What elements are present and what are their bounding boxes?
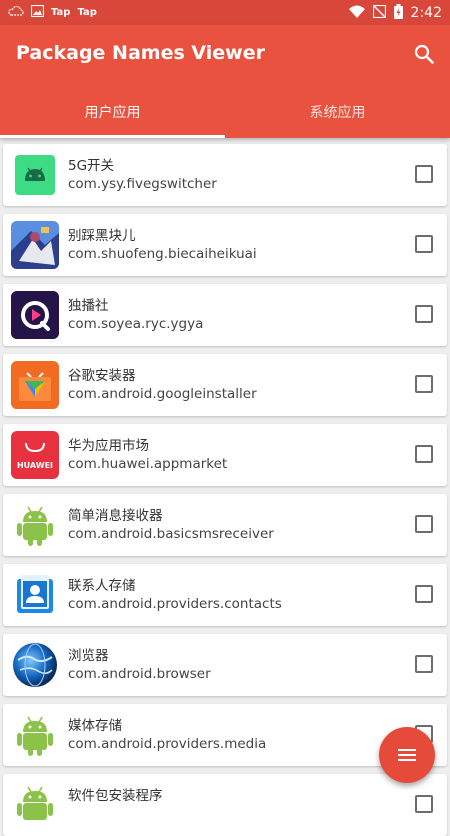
search-icon [414,44,434,64]
list-item[interactable]: 谷歌安装器 com.android.googleinstaller [3,354,447,416]
search-button[interactable] [410,40,438,68]
select-checkbox[interactable] [415,235,433,253]
android-robot-icon [11,501,59,549]
select-checkbox[interactable] [415,795,433,813]
cloud-icon [8,5,24,20]
package-name: com.soyea.ryc.ygya [68,316,204,332]
list-item[interactable]: 别踩黑块儿 com.shuofeng.biecaiheikuai [3,214,447,276]
status-bar: Tap Tap 2:42 [0,0,450,25]
list-item[interactable]: 简单消息接收器 com.android.basicsmsreceiver [3,494,447,556]
select-checkbox[interactable] [415,585,433,603]
select-checkbox[interactable] [415,375,433,393]
app-name: 华为应用市场 [68,438,149,454]
no-signal-icon [372,4,386,21]
package-name: com.ysy.fivegswitcher [68,176,217,192]
menu-fab-button[interactable] [379,727,435,783]
menu-icon [398,749,416,761]
select-checkbox[interactable] [415,655,433,673]
app-name: 谷歌安装器 [68,368,136,384]
list-item[interactable]: 软件包安装程序 [3,774,447,836]
list-item[interactable]: 独播社 com.soyea.ryc.ygya [3,284,447,346]
video-play-icon [11,291,59,339]
list-item[interactable]: 浏览器 com.android.browser [3,634,447,696]
android-robot-icon [11,711,59,759]
app-name: 独播社 [68,298,109,314]
tab-user-apps[interactable]: 用户应用 [0,85,225,138]
app-name: 浏览器 [68,648,109,664]
package-name: com.android.basicsmsreceiver [68,526,274,542]
game-icon [11,221,59,269]
android-robot-icon [11,781,59,829]
tab-bar: 用户应用 系统应用 [0,85,450,138]
select-checkbox[interactable] [415,165,433,183]
package-name: com.android.googleinstaller [68,386,257,402]
package-name: com.android.providers.media [68,736,267,752]
contacts-icon [11,571,59,619]
list-item[interactable]: 5G开关 com.ysy.fivegswitcher [3,144,447,206]
app-bar: Package Names Viewer 用户应用 系统应用 [0,25,450,138]
app-name: 软件包安装程序 [68,788,163,804]
app-title: Package Names Viewer [16,42,265,64]
image-icon [30,4,45,20]
android-green-icon [11,151,59,199]
package-name: com.shuofeng.biecaiheikuai [68,246,257,262]
notification-text: Tap [51,7,71,18]
select-checkbox[interactable] [415,305,433,323]
notification-text: Tap [77,7,97,18]
app-name: 联系人存储 [68,578,136,594]
clock: 2:42 [410,4,442,21]
tab-system-apps[interactable]: 系统应用 [225,85,450,138]
wifi-icon [348,5,365,21]
select-checkbox[interactable] [415,445,433,463]
app-name: 媒体存储 [68,718,122,734]
huawei-label: HUAWEI [16,460,54,470]
google-installer-icon [11,361,59,409]
browser-globe-icon [11,641,59,689]
app-name: 简单消息接收器 [68,508,163,524]
battery-charging-icon [393,3,403,22]
select-checkbox[interactable] [415,515,433,533]
list-item[interactable]: HUAWEI 华为应用市场 com.huawei.appmarket [3,424,447,486]
list-item[interactable]: 联系人存储 com.android.providers.contacts [3,564,447,626]
package-name: com.huawei.appmarket [68,456,228,472]
huawei-appmarket-icon: HUAWEI [11,431,59,479]
package-name: com.android.providers.contacts [68,596,282,612]
app-name: 5G开关 [68,158,115,174]
app-name: 别踩黑块儿 [68,228,136,244]
package-name: com.android.browser [68,666,211,682]
